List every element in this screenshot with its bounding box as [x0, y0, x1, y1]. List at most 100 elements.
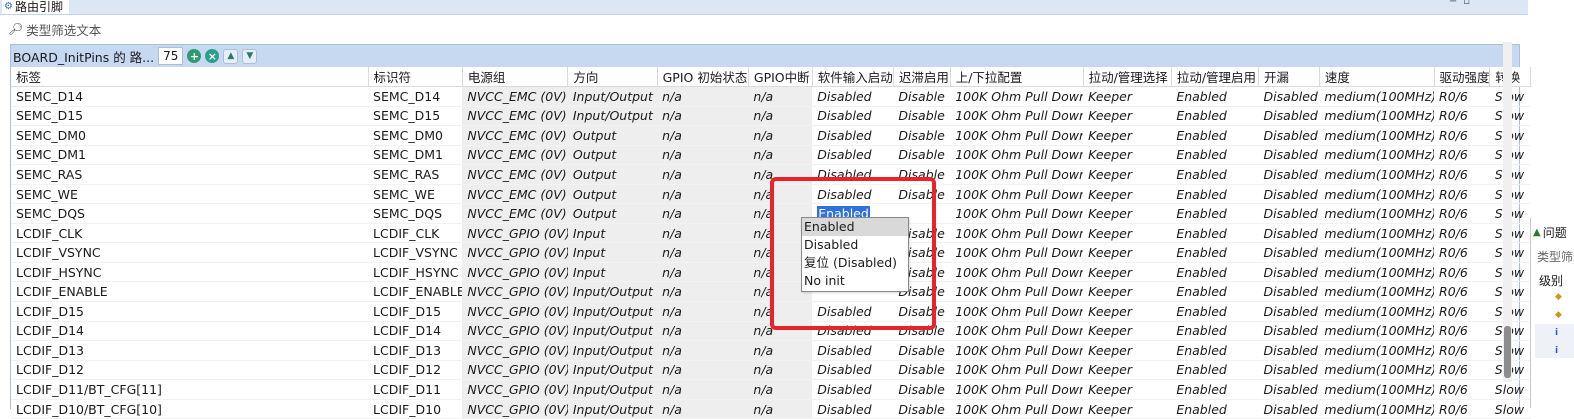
- cell-od[interactable]: Disabled: [1258, 321, 1320, 342]
- cell-pue[interactable]: Enabled: [1171, 262, 1259, 283]
- cell-pue[interactable]: Enabled: [1171, 360, 1259, 381]
- cell-od[interactable]: Disabled: [1258, 164, 1320, 185]
- cell-pull[interactable]: 100K Ohm Pull Down: [950, 223, 1084, 244]
- maximize-icon[interactable]: ▫: [1463, 0, 1476, 7]
- cell-pke[interactable]: Keeper: [1083, 321, 1172, 342]
- cell-od[interactable]: Disabled: [1258, 125, 1320, 146]
- cell-od[interactable]: Disabled: [1258, 399, 1320, 419]
- cell-sre[interactable]: Slow: [1489, 379, 1531, 400]
- cell-speed[interactable]: medium(100MHz): [1319, 301, 1435, 322]
- cell-speed[interactable]: medium(100MHz): [1319, 145, 1435, 166]
- cell-speed[interactable]: medium(100MHz): [1319, 340, 1435, 361]
- cell-pue[interactable]: Enabled: [1171, 301, 1259, 322]
- cell-sion[interactable]: Disabled: [812, 125, 894, 146]
- cell-pke[interactable]: Keeper: [1083, 145, 1172, 166]
- cell-pue[interactable]: Enabled: [1171, 125, 1259, 146]
- cell-dse[interactable]: R0/6: [1434, 379, 1490, 400]
- table-row[interactable]: LCDIF_D10/BT_CFG[10] LCDIF_D10 NVCC_GPIO (…: [11, 399, 1531, 419]
- remove-icon[interactable]: ×: [205, 49, 220, 63]
- cell-od[interactable]: Disabled: [1258, 184, 1320, 205]
- cell-pue[interactable]: Enabled: [1171, 86, 1259, 107]
- move-down-icon[interactable]: ▼: [242, 48, 258, 64]
- cell-dse[interactable]: R0/6: [1434, 262, 1490, 283]
- table-row[interactable]: SEMC_D14 SEMC_D14 NVCC_EMC (0V) Input/Outpu…: [11, 86, 1531, 107]
- cell-speed[interactable]: medium(100MHz): [1319, 262, 1435, 283]
- column-header[interactable]: 方向: [567, 67, 658, 87]
- column-header[interactable]: GPIO 初始状态: [657, 67, 749, 87]
- cell-hys[interactable]: Disable: [893, 106, 951, 127]
- table-row[interactable]: SEMC_DM0 SEMC_DM0 NVCC_EMC (0V) Output n/a n/…: [11, 125, 1531, 146]
- cell-pue[interactable]: Enabled: [1171, 145, 1259, 166]
- cell-dse[interactable]: R0/6: [1434, 86, 1490, 107]
- cell-sion[interactable]: Disabled: [812, 145, 894, 166]
- column-header[interactable]: 速度: [1319, 67, 1435, 87]
- cell-sion[interactable]: Disabled: [812, 106, 894, 127]
- cell-dse[interactable]: R0/6: [1434, 203, 1490, 224]
- cell-pue[interactable]: Enabled: [1171, 223, 1259, 244]
- cell-pke[interactable]: Keeper: [1083, 203, 1172, 224]
- cell-pke[interactable]: Keeper: [1083, 184, 1172, 205]
- dropdown-option-enabled[interactable]: Enabled: [802, 218, 908, 236]
- column-header[interactable]: 上/下拉配置: [950, 67, 1084, 87]
- cell-pull[interactable]: 100K Ohm Pull Down: [950, 281, 1084, 303]
- cell-speed[interactable]: medium(100MHz): [1319, 86, 1435, 107]
- tab-pins-routing[interactable]: ⚙ 路由引脚: [2, 0, 69, 14]
- column-header[interactable]: 软件输入启动: [812, 67, 894, 87]
- cell-dse[interactable]: R0/6: [1434, 321, 1490, 342]
- cell-od[interactable]: Disabled: [1258, 379, 1320, 400]
- table-row[interactable]: LCDIF_D11/BT_CFG[11] LCDIF_D11 NVCC_GPIO (…: [11, 379, 1531, 400]
- cell-sion[interactable]: Disabled: [812, 379, 894, 400]
- problems-tab[interactable]: ▲ 问题: [1533, 224, 1567, 241]
- cell-dse[interactable]: R0/6: [1434, 360, 1490, 381]
- cell-od[interactable]: Disabled: [1258, 145, 1320, 166]
- cell-pue[interactable]: Enabled: [1171, 379, 1259, 400]
- cell-speed[interactable]: medium(100MHz): [1319, 379, 1435, 400]
- column-header[interactable]: GPIO中断: [748, 67, 813, 87]
- cell-pull[interactable]: 100K Ohm Pull Down: [950, 321, 1084, 342]
- cell-pull[interactable]: 100K Ohm Pull Down: [950, 301, 1084, 322]
- cell-pue[interactable]: Enabled: [1171, 164, 1259, 185]
- cell-pull[interactable]: 100K Ohm Pull Down: [950, 145, 1084, 166]
- cell-pke[interactable]: Keeper: [1083, 223, 1172, 244]
- cell-pke[interactable]: Keeper: [1083, 281, 1172, 303]
- cell-pke[interactable]: Keeper: [1083, 399, 1172, 419]
- dropdown-option-disabled[interactable]: Disabled: [802, 236, 908, 254]
- cell-pke[interactable]: Keeper: [1083, 86, 1172, 107]
- cell-dse[interactable]: R0/6: [1434, 106, 1490, 127]
- cell-pue[interactable]: Enabled: [1171, 281, 1259, 303]
- cell-hys[interactable]: Disable: [893, 399, 951, 419]
- cell-pke[interactable]: Keeper: [1083, 379, 1172, 400]
- cell-sion[interactable]: Disabled: [812, 340, 894, 361]
- cell-hys[interactable]: Disable: [893, 340, 951, 361]
- add-icon[interactable]: +: [187, 49, 202, 63]
- cell-speed[interactable]: medium(100MHz): [1319, 184, 1435, 205]
- cell-sion[interactable]: Disabled: [812, 399, 894, 419]
- cell-dse[interactable]: R0/6: [1434, 340, 1490, 361]
- cell-pke[interactable]: Keeper: [1083, 360, 1172, 381]
- cell-pull[interactable]: 100K Ohm Pull Down: [950, 86, 1084, 107]
- cell-pull[interactable]: 100K Ohm Pull Down: [950, 184, 1084, 205]
- column-header[interactable]: 拉动/管理选择: [1083, 67, 1172, 87]
- problems-filter[interactable]: 类型筛选: [1537, 248, 1574, 265]
- cell-pull[interactable]: 100K Ohm Pull Down: [950, 340, 1084, 361]
- column-header[interactable]: 驱动强度: [1434, 67, 1491, 87]
- cell-od[interactable]: Disabled: [1258, 262, 1320, 283]
- cell-pull[interactable]: 100K Ohm Pull Down: [950, 106, 1084, 127]
- cell-pull[interactable]: 100K Ohm Pull Down: [950, 360, 1084, 381]
- cell-pke[interactable]: Keeper: [1083, 262, 1172, 283]
- cell-od[interactable]: Disabled: [1258, 281, 1320, 303]
- dropdown-option-reset-disabled[interactable]: 复位 (Disabled): [802, 254, 908, 272]
- column-header[interactable]: 电源组: [462, 67, 569, 87]
- table-row[interactable]: SEMC_D15 SEMC_D15 NVCC_EMC (0V) Input/Outpu…: [11, 106, 1531, 127]
- cell-od[interactable]: Disabled: [1258, 360, 1320, 381]
- cell-pull[interactable]: 100K Ohm Pull Down: [950, 203, 1084, 224]
- cell-od[interactable]: Disabled: [1258, 106, 1320, 127]
- scrollbar-thumb[interactable]: [1504, 326, 1511, 378]
- cell-dse[interactable]: R0/6: [1434, 164, 1490, 185]
- table-row[interactable]: LCDIF_D12 LCDIF_D12 NVCC_GPIO (0V) Input/Ou…: [11, 360, 1531, 381]
- cell-sre[interactable]: Slow: [1489, 399, 1531, 419]
- cell-speed[interactable]: medium(100MHz): [1319, 281, 1435, 303]
- cell-dse[interactable]: R0/6: [1434, 399, 1490, 419]
- cell-speed[interactable]: medium(100MHz): [1319, 106, 1435, 127]
- cell-speed[interactable]: medium(100MHz): [1319, 321, 1435, 342]
